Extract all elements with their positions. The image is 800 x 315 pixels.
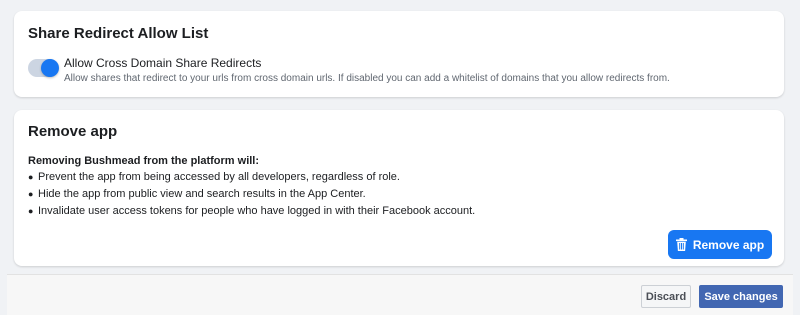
cross-domain-toggle-description: Allow shares that redirect to your urls … — [64, 73, 670, 84]
cross-domain-toggle-label: Allow Cross Domain Share Redirects — [64, 56, 262, 70]
list-item-text: Prevent the app from being accessed by a… — [38, 171, 400, 183]
remove-app-button[interactable]: Remove app — [668, 230, 772, 259]
remove-app-intro: Removing Bushmead from the platform will… — [28, 155, 260, 167]
discard-button[interactable]: Discard — [641, 285, 691, 308]
list-item: ● Hide the app from public view and searc… — [28, 186, 475, 203]
list-item-text: Invalidate user access tokens for people… — [38, 205, 476, 217]
remove-app-title: Remove app — [28, 123, 118, 140]
bullet-icon: ● — [28, 189, 34, 199]
bullet-icon: ● — [28, 172, 34, 182]
share-redirect-title: Share Redirect Allow List — [28, 25, 209, 42]
toggle-knob — [41, 59, 59, 77]
share-redirect-card: Share Redirect Allow List Allow Cross Do… — [14, 11, 784, 97]
remove-app-button-label: Remove app — [692, 237, 765, 252]
list-item: ● Prevent the app from being accessed by … — [28, 169, 475, 186]
list-item: ● Invalidate user access tokens for peopl… — [28, 203, 475, 220]
list-item-text: Hide the app from public view and search… — [38, 188, 366, 200]
trash-icon — [675, 238, 687, 251]
cross-domain-toggle[interactable] — [28, 59, 59, 77]
save-changes-button[interactable]: Save changes — [699, 285, 783, 308]
remove-consequences-list: ● Prevent the app from being accessed by … — [28, 169, 475, 220]
remove-app-card: Remove app Removing Bushmead from the pl… — [14, 110, 784, 266]
bullet-icon: ● — [28, 206, 34, 216]
